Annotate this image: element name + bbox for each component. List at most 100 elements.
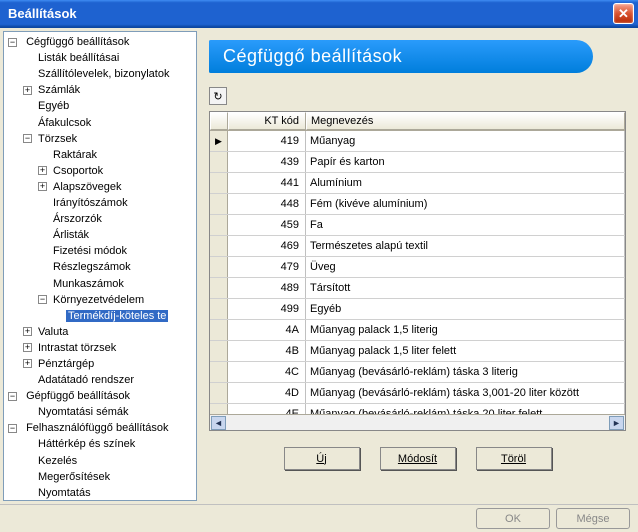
tree-bgcolor[interactable]: Háttérkép és színek bbox=[36, 438, 137, 450]
tree-user-settings[interactable]: Felhasználófüggő beállítások bbox=[24, 422, 170, 434]
cell-code: 4A bbox=[228, 320, 306, 340]
table-row[interactable]: 459Fa bbox=[210, 215, 625, 236]
expand-icon[interactable]: + bbox=[23, 86, 32, 95]
cell-code: 4C bbox=[228, 362, 306, 382]
cell-code: 448 bbox=[228, 194, 306, 214]
tree-machine-settings[interactable]: Gépfüggő beállítások bbox=[24, 390, 132, 402]
tree-zip[interactable]: Irányítószámok bbox=[51, 197, 130, 209]
cell-code: 469 bbox=[228, 236, 306, 256]
tree-confirm[interactable]: Megerősítések bbox=[36, 471, 112, 483]
scroll-right-icon[interactable]: ► bbox=[609, 416, 624, 430]
expand-icon[interactable]: + bbox=[38, 182, 47, 191]
row-indicator-header bbox=[210, 112, 228, 130]
cell-code: 499 bbox=[228, 299, 306, 319]
cell-name: Társított bbox=[306, 278, 625, 298]
cell-name: Fa bbox=[306, 215, 625, 235]
expand-icon[interactable]: − bbox=[8, 424, 17, 433]
close-button[interactable]: ✕ bbox=[613, 3, 634, 24]
tree-printsch[interactable]: Nyomtatási sémák bbox=[36, 406, 130, 418]
expand-icon[interactable]: + bbox=[23, 327, 32, 336]
detail-panel: Cégfüggő beállítások ↻ KT kód Megnevezés… bbox=[200, 31, 635, 501]
cell-name: Fém (kivéve alumínium) bbox=[306, 194, 625, 214]
table-row[interactable]: 4EMűanyag (bevásárló-reklám) táska 20 li… bbox=[210, 404, 625, 414]
expand-icon[interactable]: − bbox=[8, 38, 17, 47]
row-indicator bbox=[210, 404, 228, 414]
tree-currency[interactable]: Valuta bbox=[36, 326, 70, 338]
tree-handling[interactable]: Kezelés bbox=[36, 455, 79, 467]
tree-invoices[interactable]: Számlák bbox=[36, 84, 82, 96]
table-row[interactable]: 4AMűanyag palack 1,5 literig bbox=[210, 320, 625, 341]
cell-code: 4B bbox=[228, 341, 306, 361]
table-row[interactable]: 479Üveg bbox=[210, 257, 625, 278]
row-indicator bbox=[210, 341, 228, 361]
ok-button[interactable]: OK bbox=[476, 508, 550, 529]
cell-code: 419 bbox=[228, 131, 306, 151]
cell-code: 479 bbox=[228, 257, 306, 277]
grid-body[interactable]: ▶419Műanyag439Papír és karton441Alumíniu… bbox=[210, 131, 625, 414]
tree-envfee[interactable]: Termékdíj-köteles te bbox=[66, 310, 168, 322]
row-indicator bbox=[210, 152, 228, 172]
data-grid[interactable]: KT kód Megnevezés ▶419Műanyag439Papír és… bbox=[209, 111, 626, 431]
tree-masters[interactable]: Törzsek bbox=[36, 133, 79, 145]
tree-paymethods[interactable]: Fizetési módok bbox=[51, 245, 129, 257]
scroll-left-icon[interactable]: ◄ bbox=[211, 416, 226, 430]
window-title: Beállítások bbox=[8, 6, 613, 21]
delete-button[interactable]: Töröl bbox=[476, 447, 552, 470]
tree-warehouses[interactable]: Raktárak bbox=[51, 149, 99, 161]
horizontal-scrollbar[interactable]: ◄ ► bbox=[210, 414, 625, 430]
table-row[interactable]: 441Alumínium bbox=[210, 173, 625, 194]
cell-name: Műanyag (bevásárló-reklám) táska 3 liter… bbox=[306, 362, 625, 382]
tree-pricemon[interactable]: Árszorzók bbox=[51, 213, 104, 225]
tree-env[interactable]: Környezetvédelem bbox=[51, 294, 146, 306]
tree-intrastat[interactable]: Intrastat törzsek bbox=[36, 342, 118, 354]
settings-tree[interactable]: − Cégfüggő beállítások Listák beállítása… bbox=[3, 31, 197, 501]
table-row[interactable]: 4CMűanyag (bevásárló-reklám) táska 3 lit… bbox=[210, 362, 625, 383]
row-indicator bbox=[210, 299, 228, 319]
table-row[interactable]: 469Természetes alapú textil bbox=[210, 236, 625, 257]
expand-icon[interactable]: − bbox=[23, 134, 32, 143]
tree-groups[interactable]: Csoportok bbox=[51, 165, 105, 177]
cell-name: Természetes alapú textil bbox=[306, 236, 625, 256]
tree-delivery[interactable]: Szállítólevelek, bizonylatok bbox=[36, 68, 171, 80]
cell-name: Műanyag bbox=[306, 131, 625, 151]
expand-icon[interactable]: − bbox=[8, 392, 17, 401]
row-indicator bbox=[210, 257, 228, 277]
row-indicator bbox=[210, 215, 228, 235]
expand-icon[interactable]: + bbox=[23, 359, 32, 368]
expand-icon[interactable]: + bbox=[38, 166, 47, 175]
tree-partaccounts[interactable]: Részlegszámok bbox=[51, 261, 133, 273]
table-row[interactable]: 4DMűanyag (bevásárló-reklám) táska 3,001… bbox=[210, 383, 625, 404]
table-row[interactable]: ▶419Műanyag bbox=[210, 131, 625, 152]
cell-code: 489 bbox=[228, 278, 306, 298]
tree-pricelists[interactable]: Árlisták bbox=[51, 229, 91, 241]
tree-datasys[interactable]: Adatátadó rendszer bbox=[36, 374, 136, 386]
table-row[interactable]: 499Egyéb bbox=[210, 299, 625, 320]
tree-other[interactable]: Egyéb bbox=[36, 100, 71, 112]
col-header-name[interactable]: Megnevezés bbox=[306, 112, 625, 130]
col-header-code[interactable]: KT kód bbox=[228, 112, 306, 130]
cancel-button[interactable]: Mégse bbox=[556, 508, 630, 529]
tree-vat[interactable]: Áfakulcsok bbox=[36, 117, 93, 129]
new-button[interactable]: Új bbox=[284, 447, 360, 470]
tree-printing[interactable]: Nyomtatás bbox=[36, 487, 93, 499]
expand-icon[interactable]: − bbox=[38, 295, 47, 304]
row-indicator bbox=[210, 194, 228, 214]
close-icon: ✕ bbox=[618, 6, 629, 22]
dialog-button-bar: OK Mégse bbox=[0, 504, 638, 532]
tree-cashreg[interactable]: Pénztárgép bbox=[36, 358, 96, 370]
window-titlebar: Beállítások ✕ bbox=[0, 0, 638, 28]
cell-code: 439 bbox=[228, 152, 306, 172]
tree-company-settings[interactable]: Cégfüggő beállítások bbox=[24, 36, 131, 48]
tree-basetexts[interactable]: Alapszövegek bbox=[51, 181, 124, 193]
expand-icon[interactable]: + bbox=[23, 343, 32, 352]
edit-button[interactable]: Módosít bbox=[380, 447, 456, 470]
refresh-button[interactable]: ↻ bbox=[209, 87, 227, 105]
tree-lists[interactable]: Listák beállításai bbox=[36, 52, 121, 64]
table-row[interactable]: 489Társított bbox=[210, 278, 625, 299]
row-indicator bbox=[210, 278, 228, 298]
table-row[interactable]: 448Fém (kivéve alumínium) bbox=[210, 194, 625, 215]
tree-workaccounts[interactable]: Munkaszámok bbox=[51, 278, 126, 290]
table-row[interactable]: 439Papír és karton bbox=[210, 152, 625, 173]
row-indicator bbox=[210, 362, 228, 382]
table-row[interactable]: 4BMűanyag palack 1,5 liter felett bbox=[210, 341, 625, 362]
